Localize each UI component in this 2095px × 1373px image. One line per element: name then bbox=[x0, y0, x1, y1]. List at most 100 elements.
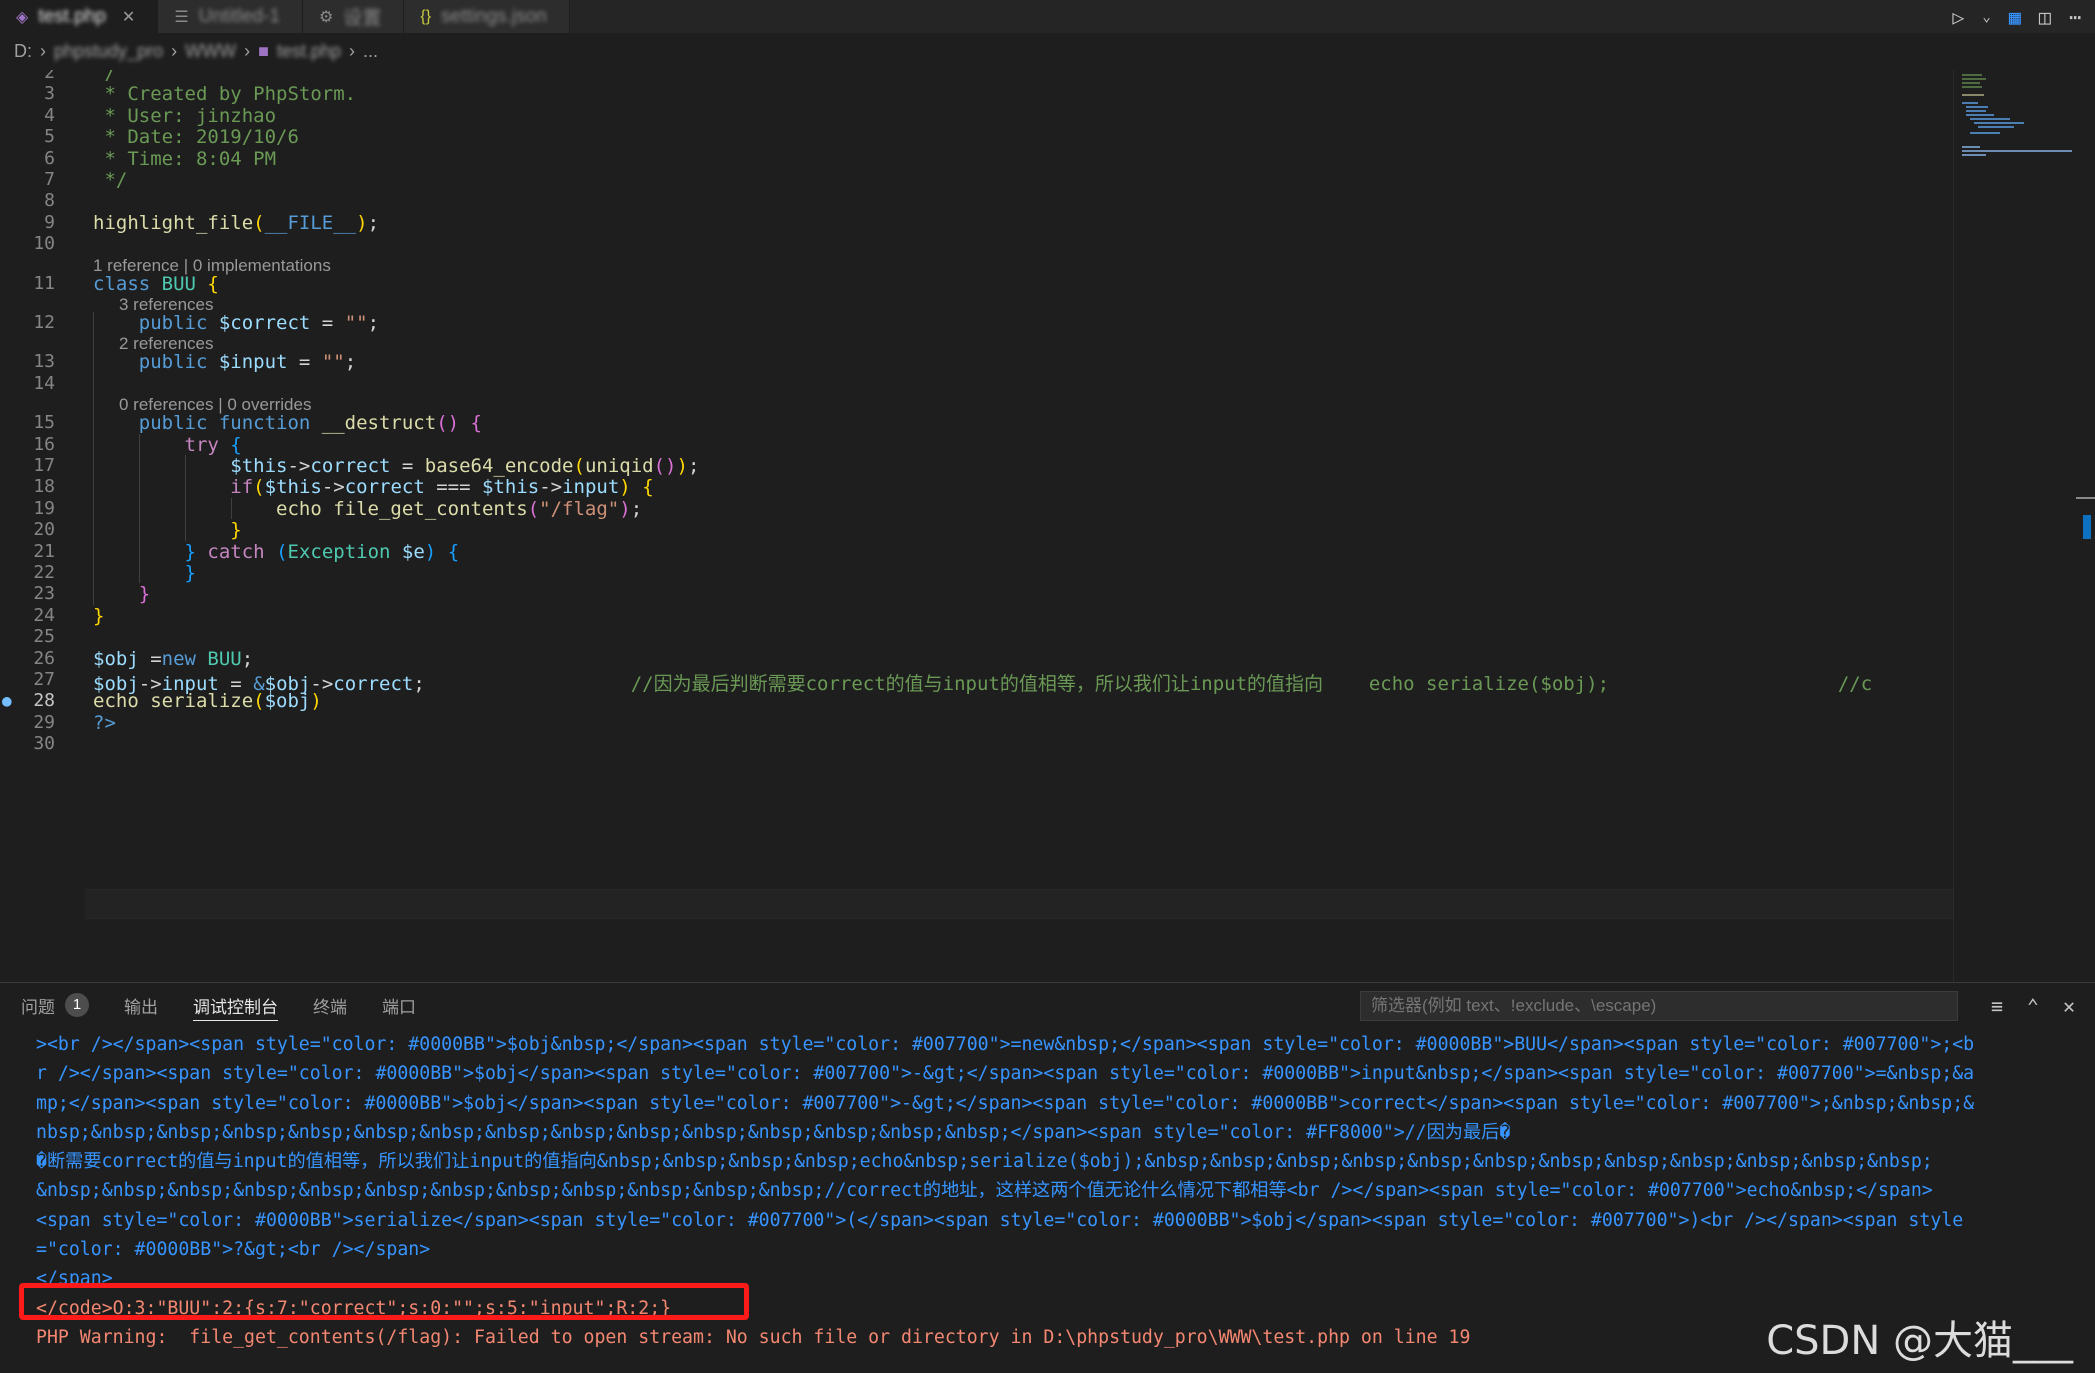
scrollbar-cursor-marker bbox=[2083, 515, 2091, 539]
code-token: file_get_contents bbox=[333, 497, 528, 520]
chevron-right-icon: › bbox=[348, 41, 355, 61]
code-line[interactable]: } bbox=[93, 583, 150, 605]
code-token: { bbox=[470, 412, 482, 435]
code-line[interactable]: highlight_file(__FILE__); bbox=[93, 212, 379, 234]
code-line[interactable]: ?> bbox=[93, 712, 116, 734]
line-number: 16 bbox=[33, 433, 55, 455]
console-output-line: nbsp;&nbsp;&nbsp;&nbsp;&nbsp;&nbsp;&nbsp… bbox=[36, 1121, 1511, 1143]
more-icon[interactable]: ⋯ bbox=[2069, 5, 2081, 29]
code-token: try bbox=[184, 433, 231, 456]
code-token: function bbox=[218, 412, 322, 435]
breadcrumb-drive[interactable]: D: bbox=[14, 41, 32, 62]
line-number: 24 bbox=[33, 604, 55, 626]
code-token: "" bbox=[344, 312, 368, 334]
tab-debug-console[interactable]: 调试控制台 bbox=[193, 983, 278, 1027]
code-line[interactable]: } bbox=[93, 562, 196, 584]
breadcrumb-item[interactable]: WWW bbox=[185, 41, 236, 62]
code-token: class bbox=[93, 272, 162, 295]
code-line[interactable]: } bbox=[93, 519, 241, 541]
run-icon[interactable]: ▷ bbox=[1952, 5, 1964, 29]
maximize-panel-icon[interactable]: ⌃ bbox=[2027, 994, 2039, 1018]
code-token: } bbox=[93, 604, 105, 627]
tab-label: 端口 bbox=[382, 997, 416, 1017]
code-line[interactable]: / bbox=[93, 70, 115, 84]
code-line[interactable]: */ bbox=[93, 169, 127, 191]
code-editor[interactable]: 2 / 3 * Created by PhpStorm. 4 * User: jin… bbox=[0, 70, 1953, 982]
code-line[interactable]: echo file_get_contents("/flag"); bbox=[93, 498, 642, 520]
debug-breakpoint-icon[interactable]: ● bbox=[2, 691, 12, 710]
code-token: ( bbox=[253, 690, 265, 713]
tab-problems[interactable]: 问题 1 bbox=[21, 983, 89, 1027]
code-line[interactable]: $this->correct = base64_encode(uniqid())… bbox=[93, 455, 699, 477]
chevron-right-icon: › bbox=[40, 41, 46, 61]
line-number: 17 bbox=[33, 455, 55, 476]
code-line[interactable]: $obj =new BUU; bbox=[93, 648, 253, 670]
code-token: */ bbox=[93, 169, 128, 191]
tab-test-php[interactable]: ◈ test.php ✕ bbox=[0, 0, 159, 33]
indent-guide bbox=[93, 312, 94, 605]
close-icon[interactable]: ✕ bbox=[122, 7, 135, 27]
line-number: 10 bbox=[33, 233, 55, 255]
line-number: 12 bbox=[33, 312, 55, 333]
code-line[interactable]: * Time: 8:04 PM bbox=[93, 148, 276, 170]
breadcrumb-item[interactable]: ... bbox=[363, 41, 378, 62]
code-line[interactable]: class BUU { bbox=[93, 273, 219, 295]
code-token: ) bbox=[424, 540, 437, 563]
code-line[interactable]: public $correct = ""; bbox=[93, 312, 379, 334]
json-icon: {} bbox=[420, 7, 432, 25]
scrollbar-position-marker bbox=[2076, 497, 2095, 499]
line-number: 29 bbox=[33, 711, 55, 733]
line-number: 21 bbox=[33, 540, 55, 562]
console-output-line: ="color: #0000BB">?&gt;<br /></span> bbox=[36, 1239, 431, 1261]
minimap[interactable] bbox=[1953, 70, 2080, 982]
tab-label: 调试控制台 bbox=[193, 997, 278, 1017]
code-line[interactable]: echo serialize($obj) bbox=[93, 690, 322, 712]
code-token: -> bbox=[287, 455, 311, 477]
code-line[interactable]: $obj->input = &$obj->correct; //因为最后判断需要… bbox=[93, 669, 1872, 696]
preview-icon[interactable]: ▦ bbox=[2009, 5, 2021, 29]
close-panel-icon[interactable]: ✕ bbox=[2063, 994, 2075, 1018]
tab-ports[interactable]: 端口 bbox=[382, 983, 416, 1027]
line-number: 23 bbox=[33, 583, 55, 605]
code-line[interactable]: if($this->correct === $this->input) { bbox=[93, 476, 653, 499]
code-line[interactable]: public $input = ""; bbox=[93, 351, 356, 373]
tab-settings[interactable]: ⚙ 设置 bbox=[303, 0, 405, 33]
code-token: if bbox=[230, 476, 254, 499]
line-number: 15 bbox=[33, 412, 55, 434]
code-token: $correct bbox=[218, 312, 311, 334]
code-line[interactable]: * User: jinzhao bbox=[93, 105, 276, 127]
line-number: 27 bbox=[33, 669, 55, 690]
tab-label: Untitled-1 bbox=[198, 5, 280, 27]
code-token: $this bbox=[264, 476, 322, 499]
breadcrumb-item[interactable]: test.php bbox=[277, 41, 341, 62]
code-token: ( bbox=[573, 455, 585, 477]
code-token: BUU bbox=[207, 647, 242, 670]
code-line[interactable]: * Date: 2019/10/6 bbox=[93, 126, 298, 148]
editor-actions: ▷ ⌄ ▦ ◫ ⋯ bbox=[1952, 0, 2081, 33]
code-line[interactable]: } bbox=[93, 605, 104, 627]
code-line[interactable]: * Created by PhpStorm. bbox=[93, 83, 356, 105]
code-line[interactable]: } catch (Exception $e) { bbox=[93, 540, 460, 563]
line-number: 13 bbox=[33, 351, 55, 373]
breadcrumb-item[interactable]: phpstudy_pro bbox=[54, 41, 163, 62]
code-line[interactable]: public function __destruct() { bbox=[93, 412, 482, 434]
tab-untitled[interactable]: ☰ Untitled-1 bbox=[158, 0, 303, 33]
code-token: () bbox=[436, 412, 460, 435]
filter-input[interactable] bbox=[1360, 991, 1958, 1021]
php-icon: ■ bbox=[258, 41, 269, 61]
indent-guide bbox=[185, 455, 186, 541]
code-token: ) bbox=[619, 497, 631, 520]
tab-settings-json[interactable]: {} settings.json bbox=[404, 0, 570, 33]
code-token: $input bbox=[218, 351, 288, 374]
clear-console-icon[interactable]: ≡ bbox=[1991, 994, 2003, 1018]
code-token: Exception bbox=[287, 540, 402, 563]
chevron-down-icon[interactable]: ⌄ bbox=[1982, 9, 1990, 25]
tab-output[interactable]: 输出 bbox=[124, 983, 158, 1027]
tab-terminal[interactable]: 终端 bbox=[313, 983, 347, 1027]
code-line[interactable]: try { bbox=[93, 434, 242, 456]
split-editor-icon[interactable]: ◫ bbox=[2039, 5, 2051, 29]
